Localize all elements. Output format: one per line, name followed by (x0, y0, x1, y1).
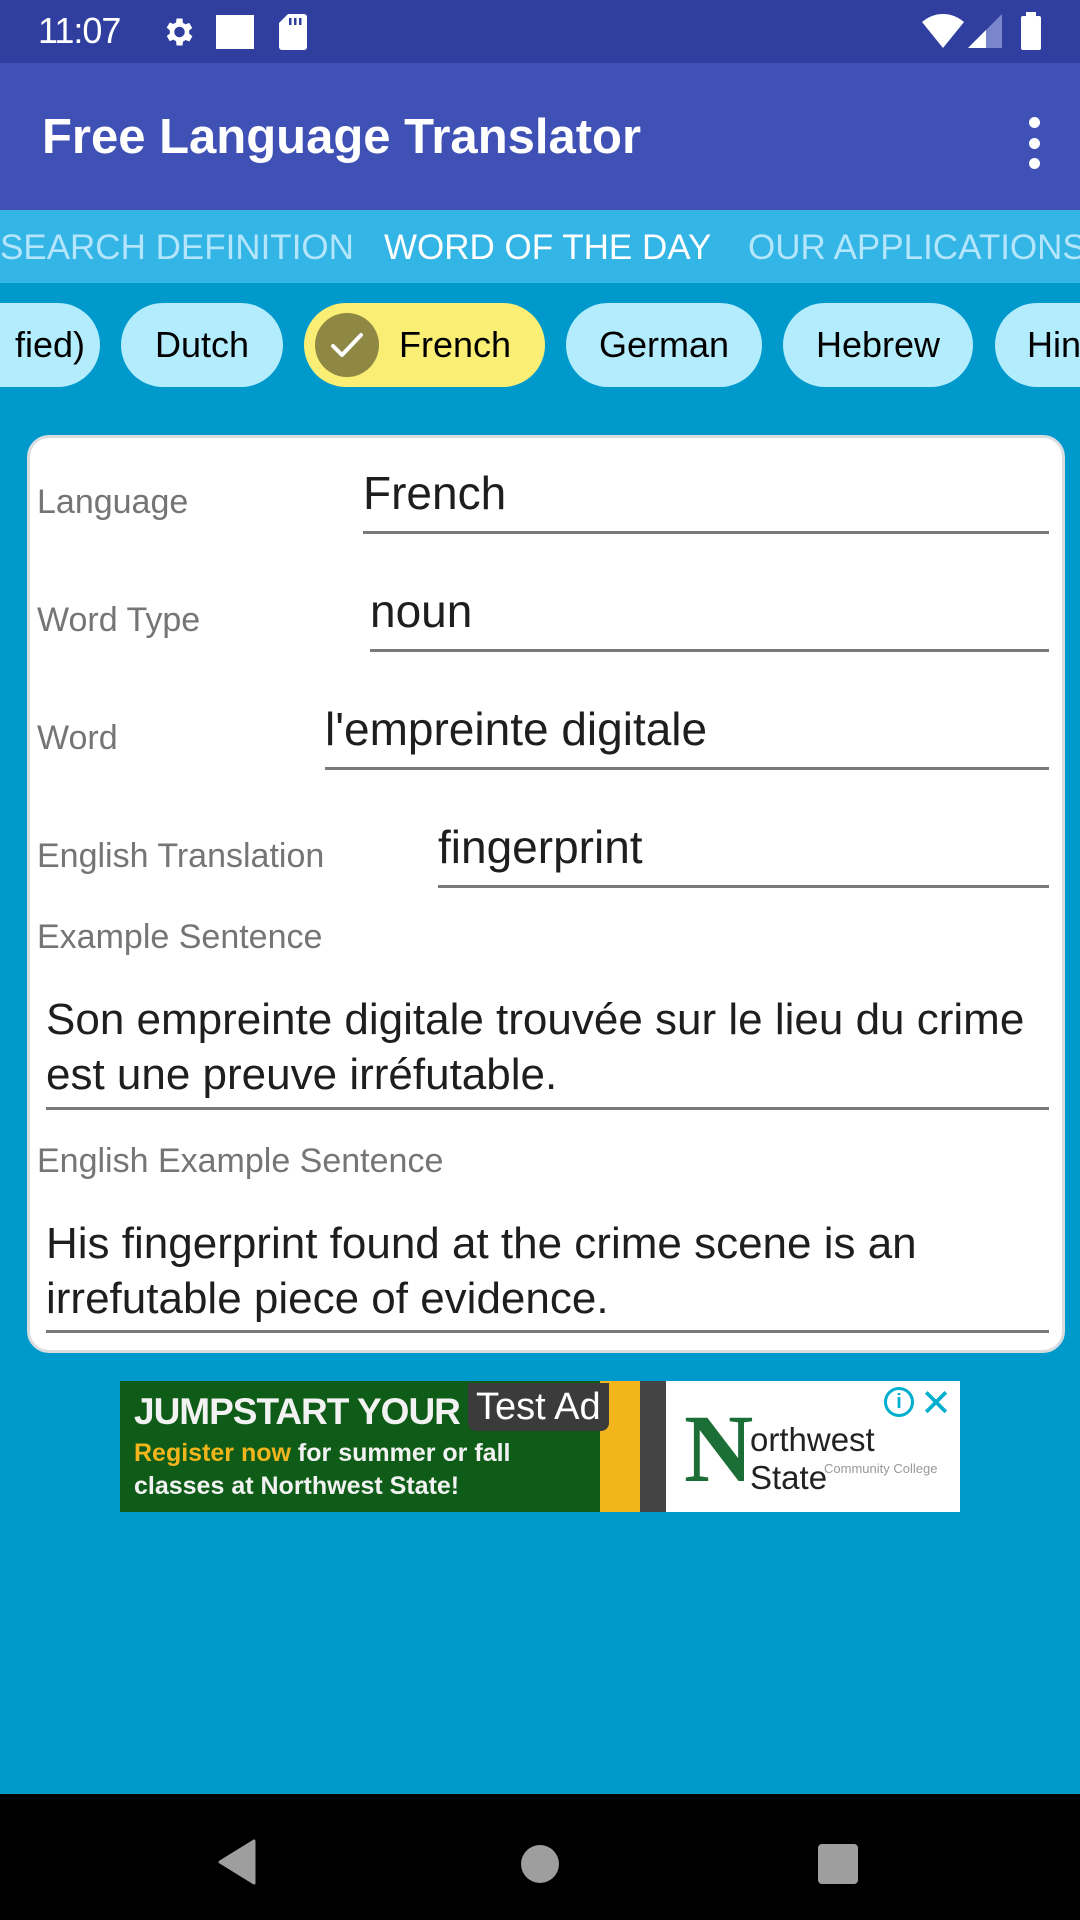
ad-body: Register now for summer or fall classes … (134, 1437, 510, 1503)
ad-logo-panel[interactable]: N orthwest State Community College i ✕ (666, 1381, 960, 1512)
chip-dutch[interactable]: Dutch (121, 303, 283, 387)
chip-german[interactable]: German (566, 303, 762, 387)
word-field-underline (325, 767, 1049, 770)
chip-hebrew[interactable]: Hebrew (783, 303, 973, 387)
ad-close-icon[interactable]: ✕ (920, 1381, 952, 1426)
example-sentence-underline (46, 1107, 1049, 1110)
word-field[interactable]: l'empreinte digitale (325, 702, 707, 756)
recents-button[interactable] (798, 1824, 878, 1904)
tab-bar: SEARCH DEFINITION WORD OF THE DAY OUR AP… (0, 210, 1080, 283)
language-field[interactable]: French (363, 466, 506, 520)
word-type-field-underline (370, 649, 1049, 652)
home-button[interactable] (500, 1824, 580, 1904)
word-of-the-day-card: Language French Word Type noun Word l'em… (27, 435, 1065, 1353)
chip-label: Hebrew (815, 324, 941, 365)
english-example-sentence-field[interactable]: His fingerprint found at the crime scene… (46, 1216, 1046, 1326)
system-nav-bar (0, 1794, 1080, 1920)
back-icon (218, 1839, 258, 1890)
ad-body-line2: classes at Northwest State! (134, 1472, 460, 1500)
chip-hindi[interactable]: Hin (995, 303, 1080, 387)
app-bar: Free Language Translator (0, 63, 1080, 210)
word-type-label: Word Type (37, 601, 201, 639)
language-label: Language (37, 483, 189, 521)
chip-chinese-simplified[interactable]: fied) (0, 303, 100, 387)
back-button[interactable] (198, 1824, 278, 1904)
language-chip-row[interactable]: fied) Dutch French German Hebrew Hin (0, 303, 1080, 388)
chip-label: Dutch (154, 324, 250, 365)
sd-card-icon (278, 14, 308, 55)
language-field-underline (363, 531, 1049, 534)
battery-icon (1020, 12, 1042, 55)
chip-label: Hin (1027, 324, 1080, 365)
tab-word-of-the-day[interactable]: WORD OF THE DAY (384, 228, 711, 268)
more-vert-icon-dot (1028, 137, 1040, 149)
northwest-state-logo-icon: N (684, 1395, 754, 1502)
wifi-icon (922, 14, 964, 53)
chip-label: French (399, 324, 512, 365)
tab-search-definition[interactable]: SEARCH DEFINITION (0, 228, 354, 268)
status-time: 11:07 (38, 10, 121, 51)
ad-stripe (640, 1381, 666, 1512)
more-options-button[interactable] (1012, 113, 1056, 173)
example-sentence-field[interactable]: Son empreinte digitale trouvée sur le li… (46, 992, 1046, 1102)
cell-signal-icon (968, 14, 1002, 53)
recents-icon (818, 1844, 858, 1884)
tab-our-applications[interactable]: OUR APPLICATIONS (748, 228, 1080, 268)
english-example-sentence-underline (46, 1330, 1049, 1333)
app-title: Free Language Translator (42, 110, 642, 164)
ad-body-highlight: Register now (134, 1439, 291, 1467)
more-vert-icon-dot (1028, 158, 1040, 169)
ad-logo-text: orthwest State (750, 1421, 875, 1496)
chip-label: fied) (14, 324, 86, 365)
english-translation-field[interactable]: fingerprint (438, 820, 643, 874)
word-label: Word (37, 719, 118, 757)
home-icon (521, 1845, 559, 1883)
word-type-field[interactable]: noun (370, 584, 472, 638)
chip-french[interactable]: French (304, 303, 545, 387)
more-vert-icon (1028, 117, 1040, 128)
ad-info-icon[interactable]: i (884, 1387, 914, 1417)
ad-logo-subtext: Community College (824, 1461, 938, 1476)
square-notification-icon (216, 15, 254, 49)
english-translation-field-underline (438, 885, 1049, 888)
check-icon (315, 313, 379, 377)
gear-icon (160, 14, 196, 55)
status-bar: 11:07 (0, 0, 1080, 63)
english-translation-label: English Translation (37, 837, 325, 875)
ad-body-line1: for summer or fall (290, 1439, 511, 1467)
chip-label: German (598, 324, 730, 365)
example-sentence-label: Example Sentence (37, 918, 323, 956)
english-example-sentence-label: English Example Sentence (37, 1142, 444, 1180)
ad-headline: JUMPSTART YOUR F (134, 1391, 492, 1432)
test-ad-badge: Test Ad (468, 1383, 609, 1431)
